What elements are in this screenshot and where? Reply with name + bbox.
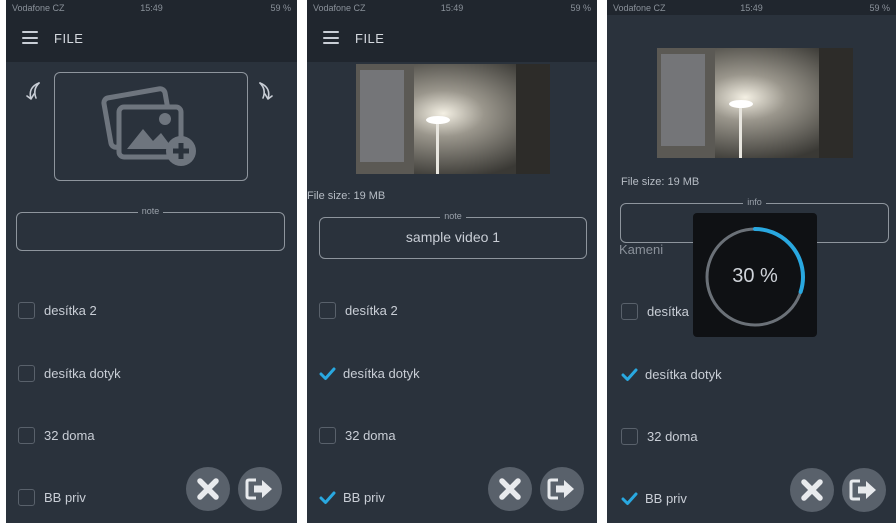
checkbox-box [621, 302, 638, 320]
checkbox-label: BB priv [645, 490, 687, 506]
video-preview [657, 48, 853, 158]
checkbox-label: desítka dotyk [645, 366, 722, 382]
clock-label: 15:49 [140, 3, 163, 13]
checkbox-box [319, 301, 336, 319]
battery-label: 59 % [869, 3, 890, 13]
checkmark-icon [319, 491, 336, 504]
close-icon [499, 478, 521, 500]
app-bar: FILE [307, 15, 597, 62]
hamburger-icon[interactable] [22, 31, 38, 44]
checkbox-label: desítka [647, 303, 689, 319]
partial-option-label: Kameni [619, 242, 664, 257]
app-bar: FILE [6, 15, 297, 62]
info-legend: info [743, 197, 766, 207]
close-icon [801, 479, 823, 501]
checkbox-desitka-2[interactable]: desítka 2 [18, 300, 97, 320]
checkbox-label: desítka dotyk [44, 365, 121, 381]
checkbox-box [18, 488, 35, 506]
exit-icon [547, 478, 574, 500]
checkbox-label: 32 doma [44, 427, 95, 443]
checkbox-32-doma[interactable]: 32 doma [621, 426, 698, 446]
note-legend: note [440, 211, 466, 221]
phone-screen-3: Vodafone CZ 15:49 59 % File size: 19 MB … [607, 0, 896, 523]
exit-icon [245, 478, 272, 500]
checkbox-desitka-2[interactable]: desítka 2 [319, 300, 398, 320]
checkbox-label: desítka 2 [345, 302, 398, 318]
checkbox-label: 32 doma [345, 427, 396, 443]
battery-label: 59 % [270, 3, 291, 13]
checkmark-icon [319, 367, 336, 380]
note-value: sample video 1 [405, 229, 501, 245]
clock-label: 15:49 [440, 3, 464, 13]
checkmark-icon [621, 368, 638, 381]
checkbox-label: BB priv [44, 489, 86, 505]
status-bar: Vodafone CZ 15:49 59 % [607, 0, 896, 15]
phone-screen-2: Vodafone CZ 15:49 59 % FILE File size: 1… [307, 0, 597, 523]
phone-screen-1: Vodafone CZ 15:49 59 % FILE note desítka… [6, 0, 297, 523]
checkbox-box [18, 301, 35, 319]
clock-label: 15:49 [740, 3, 763, 13]
cancel-button[interactable] [488, 467, 532, 511]
checkbox-bb-priv[interactable]: BB priv [18, 487, 86, 507]
checkbox-box [18, 426, 35, 444]
cancel-button[interactable] [790, 468, 834, 512]
video-preview [356, 64, 550, 174]
battery-label: 59 % [570, 3, 591, 13]
image-picker[interactable] [54, 72, 248, 181]
rotate-left-icon[interactable] [21, 80, 43, 106]
cancel-button[interactable] [186, 467, 230, 511]
checkbox-desitka-dotyk[interactable]: desítka dotyk [319, 363, 420, 383]
checkbox-label: BB priv [343, 489, 385, 505]
exit-icon [849, 479, 876, 501]
file-size-label: File size: 19 MB [307, 190, 386, 202]
checkbox-box [319, 426, 336, 444]
checkbox-label: desítka 2 [44, 302, 97, 318]
checkbox-desitka[interactable]: desítka [621, 301, 689, 321]
checkbox-label: desítka dotyk [343, 365, 420, 381]
checkmark-icon [621, 492, 638, 505]
checkbox-box [621, 427, 638, 445]
rotate-right-icon[interactable] [256, 80, 278, 106]
add-image-icon [101, 86, 196, 166]
checkbox-bb-priv[interactable]: BB priv [319, 487, 385, 507]
progress-dialog: 30 % [693, 213, 817, 337]
file-size-label: File size: 19 MB [621, 176, 700, 188]
checkbox-box [18, 364, 35, 382]
close-icon [197, 478, 219, 500]
checkbox-bb-priv[interactable]: BB priv [621, 488, 687, 508]
submit-button[interactable] [540, 467, 584, 511]
submit-button[interactable] [238, 467, 282, 511]
note-legend: note [137, 206, 164, 216]
submit-button[interactable] [842, 468, 886, 512]
checkbox-32-doma[interactable]: 32 doma [319, 425, 396, 445]
status-bar: Vodafone CZ 15:49 59 % [6, 0, 297, 15]
note-field[interactable]: note sample video 1 [319, 211, 587, 259]
app-title: FILE [355, 31, 385, 46]
note-field[interactable]: note [16, 206, 285, 251]
hamburger-icon[interactable] [323, 31, 339, 44]
checkbox-desitka-dotyk[interactable]: desítka dotyk [18, 363, 121, 383]
status-bar: Vodafone CZ 15:49 59 % [307, 0, 597, 15]
progress-percent: 30 % [732, 265, 778, 287]
checkbox-32-doma[interactable]: 32 doma [18, 425, 95, 445]
checkbox-desitka-dotyk[interactable]: desítka dotyk [621, 364, 722, 384]
app-title: FILE [54, 31, 84, 46]
checkbox-label: 32 doma [647, 428, 698, 444]
